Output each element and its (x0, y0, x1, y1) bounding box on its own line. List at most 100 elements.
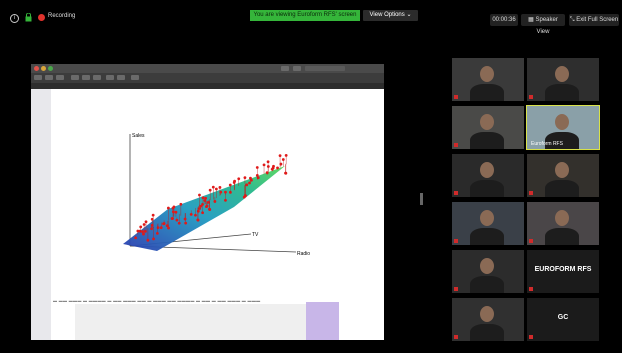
participant-tile[interactable] (527, 58, 599, 101)
splitter-handle[interactable] (420, 193, 423, 205)
zoom-out-icon[interactable] (45, 75, 53, 80)
data-point (224, 190, 227, 194)
participant-tile[interactable]: Euroform RFS (526, 105, 600, 150)
data-point (166, 206, 170, 210)
document-footer-block (75, 304, 307, 340)
data-point (208, 188, 212, 192)
data-point (248, 181, 251, 185)
data-point (272, 164, 275, 168)
participant-video (470, 180, 504, 197)
data-point (255, 166, 259, 169)
regression-plane (123, 166, 285, 251)
data-point (189, 212, 193, 216)
data-point (198, 193, 201, 197)
data-point (196, 209, 200, 213)
lock-icon[interactable] (25, 13, 32, 22)
document-text-line: ▬ ▬▬ ▬▬▬ ▬ ▬▬▬▬ ▬ ▬▬ ▬▬▬ ▬▬ ▬ ▬▬▬ ▬▬ ▬▬▬… (53, 298, 261, 303)
data-point (183, 217, 187, 221)
data-point (211, 185, 215, 189)
data-point (281, 158, 285, 161)
data-point (203, 199, 207, 202)
data-point (224, 198, 227, 202)
minimize-window-icon[interactable] (41, 66, 46, 71)
axis-label-sales: Sales (132, 133, 145, 139)
close-window-icon[interactable] (34, 66, 39, 71)
data-point (175, 218, 179, 222)
data-point (150, 223, 154, 227)
markup-icon[interactable] (71, 75, 79, 80)
data-point (279, 162, 283, 166)
share-icon[interactable] (293, 66, 301, 71)
annotation-box[interactable] (306, 302, 339, 340)
muted-mic-icon (454, 143, 458, 147)
data-point (237, 177, 241, 181)
muted-mic-icon (454, 239, 458, 243)
participant-video (470, 228, 504, 245)
data-point (250, 178, 253, 182)
participant-video (545, 228, 579, 245)
shapes-icon[interactable] (106, 75, 114, 80)
participant-name: Euroform RFS (531, 141, 563, 147)
data-point (155, 231, 159, 235)
participant-tile[interactable] (452, 250, 524, 293)
view-options-button[interactable]: View Options ⌄ (363, 10, 418, 21)
data-point (219, 190, 223, 194)
data-point (218, 186, 222, 189)
participant-tile[interactable] (527, 154, 599, 197)
data-point (255, 174, 259, 177)
data-point (165, 224, 169, 228)
muted-mic-icon (529, 335, 533, 339)
muted-mic-icon (454, 191, 458, 195)
data-point (232, 181, 236, 184)
participant-video (555, 66, 569, 82)
participant-tile[interactable] (452, 58, 524, 101)
participant-video (545, 180, 579, 197)
zoom-in-icon[interactable] (56, 75, 64, 80)
shared-screen[interactable]: Sales TV Radio ▬ ▬▬ ▬▬▬ ▬ ▬▬▬▬ ▬ ▬▬ ▬▬▬ … (31, 64, 384, 340)
participant-tile[interactable] (452, 154, 524, 197)
data-point (265, 171, 269, 175)
data-point (139, 225, 143, 229)
participant-tile[interactable] (527, 202, 599, 245)
speaker-view-button[interactable]: ▦ Speaker View (521, 14, 565, 35)
participant-name: GC (557, 314, 569, 321)
data-point (151, 213, 155, 217)
data-point (142, 232, 145, 236)
rotate-icon[interactable] (82, 75, 90, 80)
data-point (228, 183, 232, 187)
pen-icon[interactable] (281, 66, 289, 71)
muted-mic-icon (529, 239, 533, 243)
participant-tile[interactable] (452, 298, 524, 341)
participant-tile[interactable]: EUROFORM RFS (527, 250, 599, 293)
participant-video (470, 132, 504, 149)
data-point (278, 154, 282, 158)
viewer-sidebar[interactable] (31, 89, 51, 340)
data-point (201, 203, 204, 206)
data-point (146, 238, 150, 242)
participant-tile[interactable]: GC (527, 298, 599, 341)
maximize-window-icon[interactable] (48, 66, 53, 71)
participant-video (480, 210, 494, 226)
data-point (134, 236, 138, 240)
search-field[interactable] (305, 66, 345, 71)
color-icon[interactable] (131, 75, 139, 80)
exit-full-screen-button[interactable]: ⤡ Exit Full Screen (569, 14, 619, 26)
data-point (243, 176, 247, 180)
info-icon[interactable]: i (10, 14, 19, 23)
data-point (284, 154, 288, 157)
data-point (142, 223, 146, 226)
data-point (196, 218, 200, 222)
muted-mic-icon (529, 95, 533, 99)
viewer-toolbar-secondary (31, 73, 384, 83)
sidebar-toggle-icon[interactable] (34, 75, 42, 80)
text-icon[interactable] (117, 75, 125, 80)
data-point (177, 221, 181, 225)
data-point (167, 226, 170, 230)
data-point (245, 183, 249, 187)
highlight-icon[interactable] (93, 75, 101, 80)
recording-label: Recording (48, 13, 76, 19)
participant-tile[interactable] (452, 202, 524, 245)
participant-tile[interactable] (452, 106, 524, 149)
data-point (152, 237, 155, 241)
exit-full-screen-label: Exit Full Screen (576, 17, 619, 23)
